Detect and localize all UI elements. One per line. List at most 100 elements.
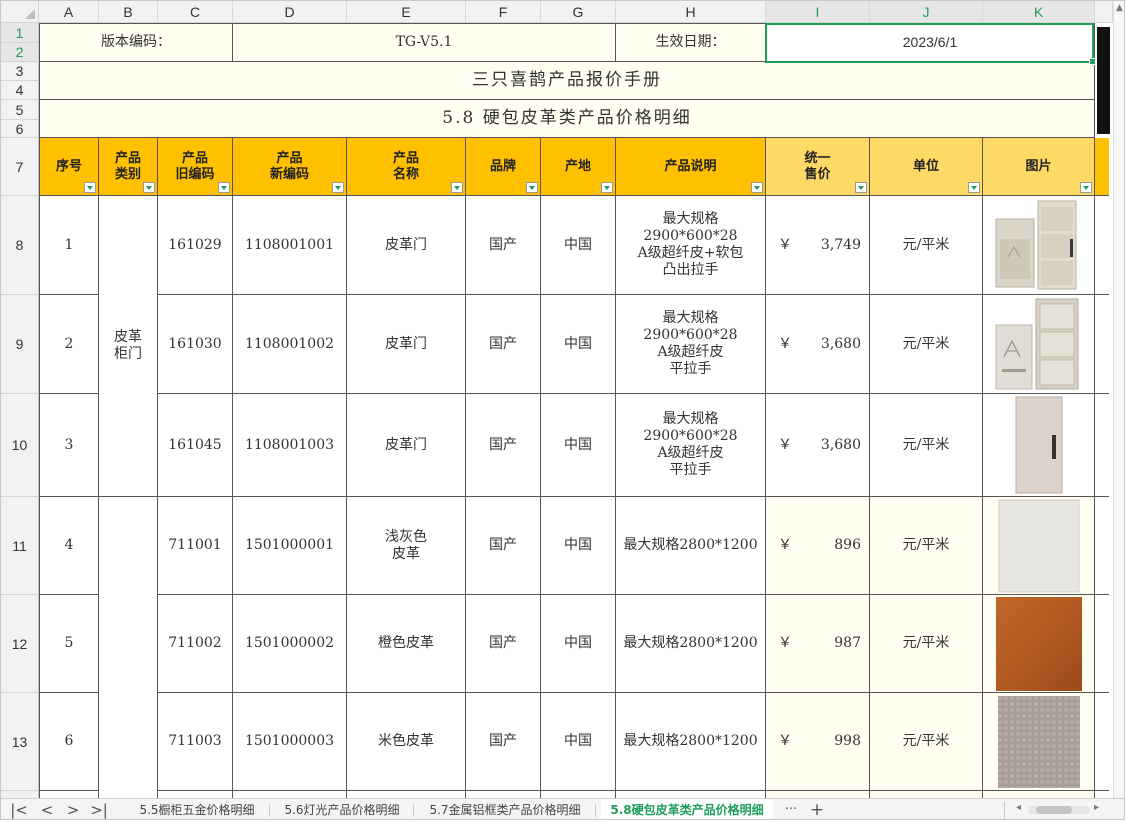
new-code-cell[interactable]: 1108001002 bbox=[233, 295, 347, 394]
image-cell[interactable] bbox=[983, 497, 1095, 595]
first-sheet-icon[interactable]: |< bbox=[9, 801, 29, 819]
category-leather-cell[interactable] bbox=[99, 497, 158, 798]
column-header-h[interactable]: H bbox=[616, 1, 766, 23]
origin-cell[interactable]: 中国 bbox=[541, 595, 616, 693]
column-header-k[interactable]: K bbox=[983, 1, 1095, 23]
brand-cell[interactable] bbox=[466, 791, 541, 798]
row-header-8[interactable]: 8 bbox=[1, 196, 39, 295]
version-value-cell[interactable]: TG-V5.1 bbox=[233, 23, 616, 62]
column-header-f[interactable]: F bbox=[466, 1, 541, 23]
section-title-cell[interactable]: 5.8 硬包皮革类产品价格明细 bbox=[39, 100, 1095, 138]
price-cell[interactable] bbox=[766, 791, 870, 798]
desc-cell[interactable]: 最大规格2800*1200 bbox=[616, 595, 766, 693]
date-label-cell[interactable]: 生效日期： bbox=[616, 23, 766, 62]
price-cell[interactable]: ￥ 3,680 bbox=[766, 295, 870, 394]
origin-cell[interactable]: 中国 bbox=[541, 497, 616, 595]
desc-cell[interactable]: 最大规格 2900*600*28 A级超纤皮 平拉手 bbox=[616, 295, 766, 394]
category-door-cell[interactable]: 皮革 柜门 bbox=[99, 196, 158, 497]
name-cell[interactable]: 米色皮革 bbox=[347, 693, 466, 791]
origin-cell[interactable]: 中国 bbox=[541, 693, 616, 791]
select-all-corner[interactable] bbox=[1, 1, 39, 23]
scroll-right-icon[interactable]: ▸ bbox=[1094, 802, 1099, 813]
scroll-left-icon[interactable]: ◂ bbox=[1016, 802, 1021, 813]
new-code-cell[interactable]: 1108001001 bbox=[233, 196, 347, 295]
tab-sheet-5-7[interactable]: 5.7金属铝框类产品价格明细 bbox=[417, 799, 593, 819]
header-unit[interactable]: 单位 bbox=[870, 138, 983, 196]
old-code-cell[interactable] bbox=[158, 791, 233, 798]
column-header-g[interactable]: G bbox=[541, 1, 616, 23]
brand-cell[interactable]: 国产 bbox=[466, 497, 541, 595]
filter-dropdown-icon[interactable] bbox=[601, 182, 613, 193]
new-code-cell[interactable]: 1501000002 bbox=[233, 595, 347, 693]
unit-cell[interactable]: 元/平米 bbox=[870, 295, 983, 394]
scroll-up-icon[interactable]: ▲ bbox=[1116, 3, 1123, 13]
image-cell[interactable] bbox=[983, 595, 1095, 693]
row-header-7[interactable]: 7 bbox=[1, 138, 39, 196]
header-seq[interactable]: 序号 bbox=[39, 138, 99, 196]
last-sheet-icon[interactable]: >| bbox=[89, 801, 109, 819]
name-cell[interactable]: 皮革门 bbox=[347, 394, 466, 497]
old-code-cell[interactable]: 711003 bbox=[158, 693, 233, 791]
old-code-cell[interactable]: 161030 bbox=[158, 295, 233, 394]
filter-dropdown-icon[interactable] bbox=[451, 182, 463, 193]
brand-cell[interactable]: 国产 bbox=[466, 394, 541, 497]
header-name[interactable]: 产品 名称 bbox=[347, 138, 466, 196]
brand-cell[interactable]: 国产 bbox=[466, 295, 541, 394]
old-code-cell[interactable]: 161029 bbox=[158, 196, 233, 295]
header-origin[interactable]: 产地 bbox=[541, 138, 616, 196]
header-new-code[interactable]: 产品 新编码 bbox=[233, 138, 347, 196]
column-header-i[interactable]: I bbox=[766, 1, 870, 23]
image-cell[interactable] bbox=[983, 693, 1095, 791]
origin-cell[interactable]: 中国 bbox=[541, 196, 616, 295]
name-cell[interactable]: 皮革门 bbox=[347, 295, 466, 394]
origin-cell[interactable]: 中国 bbox=[541, 295, 616, 394]
seq-cell[interactable]: 5 bbox=[39, 595, 99, 693]
filter-dropdown-icon[interactable] bbox=[332, 182, 344, 193]
header-old-code[interactable]: 产品 旧编码 bbox=[158, 138, 233, 196]
row-header-10[interactable]: 10 bbox=[1, 394, 39, 497]
image-cell[interactable] bbox=[983, 791, 1095, 798]
next-sheet-icon[interactable]: > bbox=[63, 801, 83, 819]
filter-dropdown-icon[interactable] bbox=[143, 182, 155, 193]
price-cell[interactable]: ￥ 987 bbox=[766, 595, 870, 693]
scroll-thumb[interactable] bbox=[1036, 806, 1072, 814]
leather-swatch-image[interactable] bbox=[995, 596, 1083, 692]
new-code-cell[interactable]: 1501000003 bbox=[233, 693, 347, 791]
name-cell[interactable] bbox=[347, 791, 466, 798]
unit-cell[interactable]: 元/平米 bbox=[870, 595, 983, 693]
old-code-cell[interactable]: 161045 bbox=[158, 394, 233, 497]
desc-cell[interactable]: 最大规格2800*1200 bbox=[616, 497, 766, 595]
seq-cell[interactable]: 4 bbox=[39, 497, 99, 595]
desc-cell[interactable]: 最大规格2800*1200 bbox=[616, 693, 766, 791]
unit-cell[interactable]: 元/平米 bbox=[870, 693, 983, 791]
brand-cell[interactable]: 国产 bbox=[466, 196, 541, 295]
row-header-6[interactable]: 6 bbox=[1, 120, 39, 138]
unit-cell[interactable]: 元/平米 bbox=[870, 497, 983, 595]
filter-dropdown-icon[interactable] bbox=[968, 182, 980, 193]
add-sheet-icon[interactable]: + bbox=[807, 801, 827, 819]
column-header-c[interactable]: C bbox=[158, 1, 233, 23]
seq-cell[interactable]: 2 bbox=[39, 295, 99, 394]
new-code-cell[interactable]: 1501000001 bbox=[233, 497, 347, 595]
column-header-d[interactable]: D bbox=[233, 1, 347, 23]
brand-cell[interactable]: 国产 bbox=[466, 693, 541, 791]
origin-cell[interactable] bbox=[541, 791, 616, 798]
manual-title-cell[interactable]: 三只喜鹊产品报价手册 bbox=[39, 62, 1095, 100]
origin-cell[interactable]: 中国 bbox=[541, 394, 616, 497]
row-header-12[interactable]: 12 bbox=[1, 595, 39, 693]
price-cell[interactable]: ￥ 896 bbox=[766, 497, 870, 595]
row-header-11[interactable]: 11 bbox=[1, 497, 39, 595]
row-header-5[interactable]: 5 bbox=[1, 100, 39, 120]
leather-swatch-image[interactable] bbox=[997, 695, 1081, 789]
header-desc[interactable]: 产品说明 bbox=[616, 138, 766, 196]
price-cell[interactable]: ￥ 3,680 bbox=[766, 394, 870, 497]
tab-sheet-5-8[interactable]: 5.8硬包皮革类产品价格明细 bbox=[601, 799, 773, 819]
more-sheets-icon[interactable]: ··· bbox=[781, 801, 801, 819]
price-cell[interactable]: ￥ 998 bbox=[766, 693, 870, 791]
column-header-j[interactable]: J bbox=[870, 1, 983, 23]
filter-dropdown-icon[interactable] bbox=[855, 182, 867, 193]
unit-cell[interactable]: 元/平米 bbox=[870, 196, 983, 295]
image-cell[interactable] bbox=[983, 295, 1095, 394]
header-category[interactable]: 产品 类别 bbox=[99, 138, 158, 196]
filter-dropdown-icon[interactable] bbox=[84, 182, 96, 193]
